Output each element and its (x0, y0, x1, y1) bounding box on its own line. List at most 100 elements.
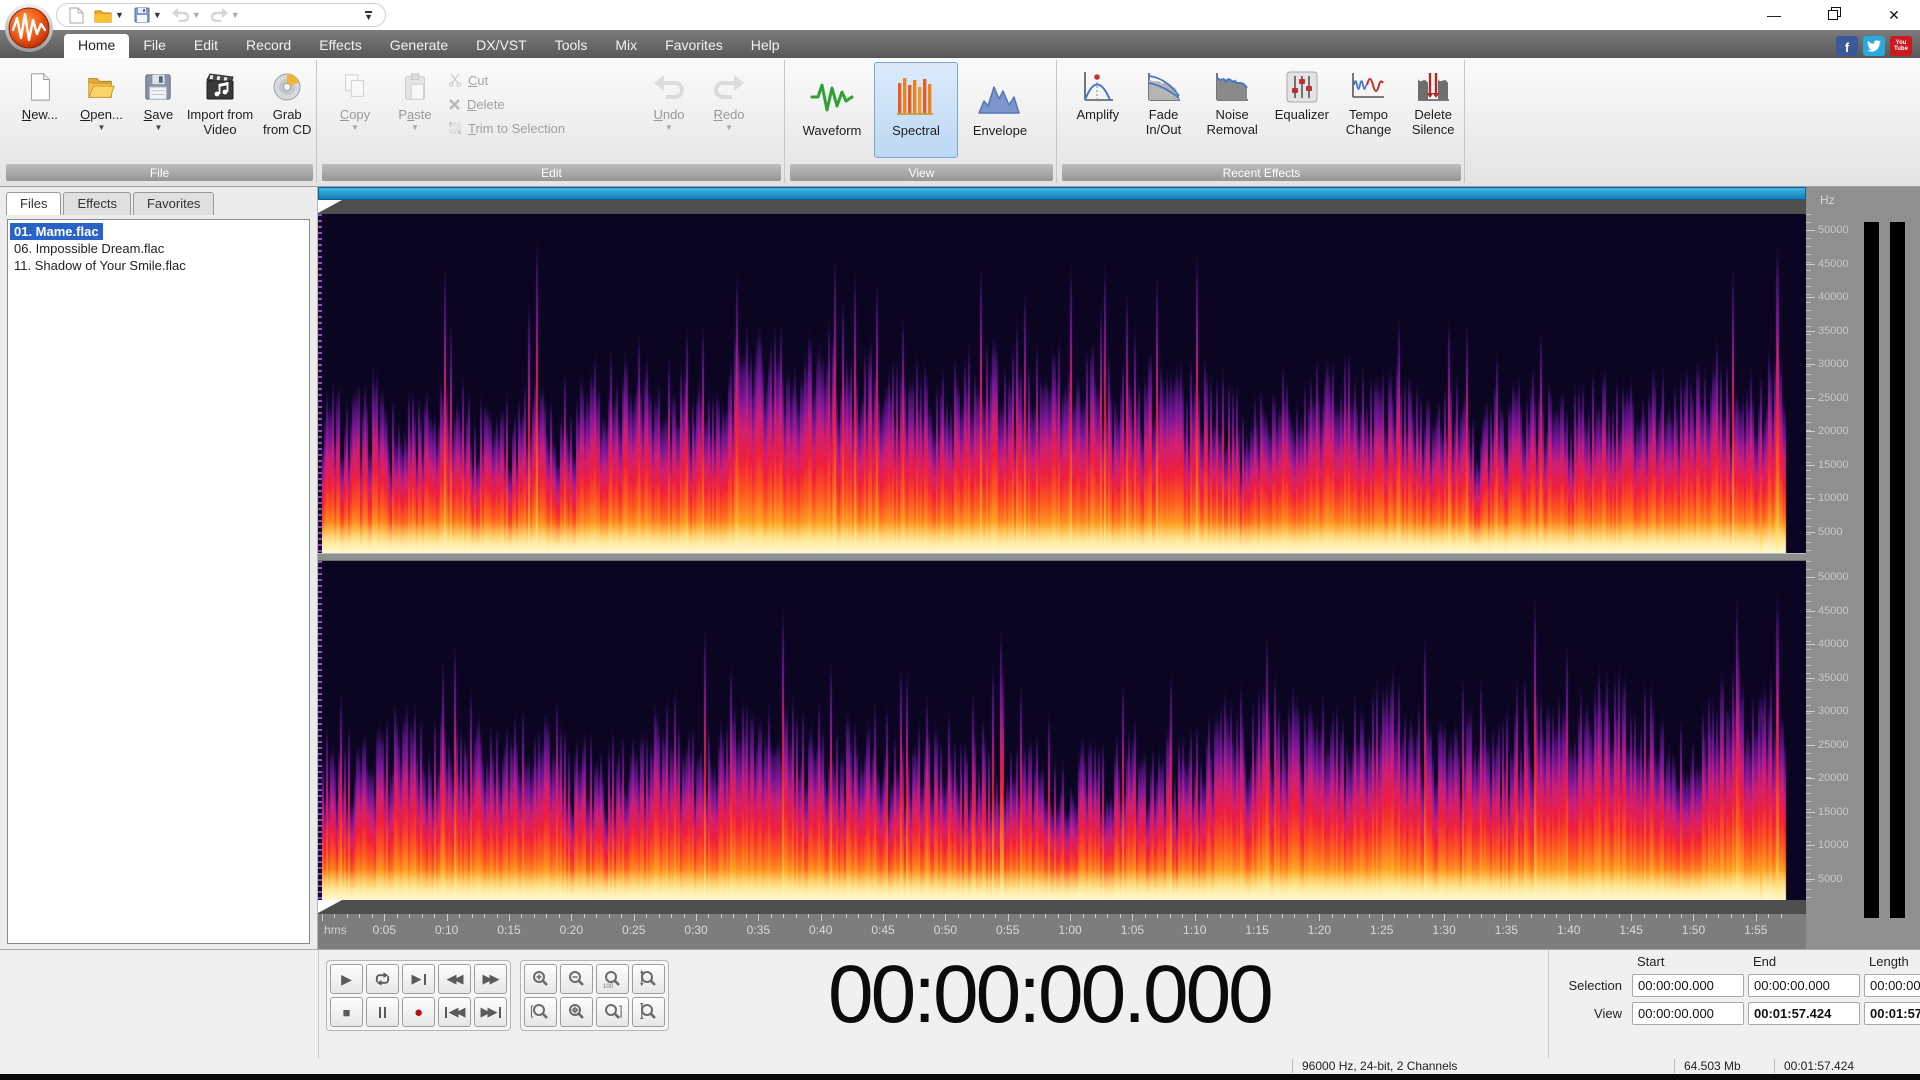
zoom-selection-left-button[interactable]: [ (524, 997, 557, 1027)
import-from-video-button[interactable]: Import from Video (186, 62, 255, 138)
minimize-button[interactable]: — (1766, 7, 1782, 23)
delete-silence-button[interactable]: Delete Silence (1402, 62, 1464, 138)
time-ruler[interactable]: hms 0:05 0:10 0:15 0:20 0:25 0:30 0:35 0:40 0:45… (318, 914, 1806, 949)
title-bar: ▼ ▼ ▼ ▼ ▼ — ✕ (0, 0, 1920, 30)
ruler-label: 1:00 (1058, 923, 1082, 937)
play-button[interactable]: ▶ (330, 964, 363, 994)
redo-button-ribbon[interactable]: Redo ▼ (702, 62, 756, 133)
maximize-button[interactable] (1826, 7, 1842, 23)
app-logo[interactable] (3, 2, 55, 54)
zoom-vertical-in-button[interactable] (632, 964, 665, 994)
ruler-tick (1631, 914, 1633, 921)
tab-effects[interactable]: Effects (305, 34, 376, 58)
redo-button[interactable]: ▼ (210, 8, 240, 22)
tab-help[interactable]: Help (737, 34, 794, 58)
spectral-view-button[interactable]: Spectral (874, 62, 958, 158)
undo-button[interactable]: ▼ (171, 8, 201, 22)
file-list[interactable]: 01. Mame.flac 06. Impossible Dream.flac 11… (7, 219, 310, 944)
copy-button[interactable]: Copy ▼ (328, 62, 382, 133)
sidebar-tab-files[interactable]: Files (6, 192, 62, 215)
twitter-icon[interactable] (1863, 36, 1885, 56)
save-button[interactable]: Save ▼ (135, 62, 181, 133)
delete-button[interactable]: Delete (448, 94, 636, 114)
record-button[interactable]: ● (402, 997, 435, 1027)
grab-from-cd-button[interactable]: Grab from CD (258, 62, 316, 138)
open-button[interactable]: Open... ▼ (72, 62, 131, 133)
fade-in-out-button[interactable]: Fade In/Out (1132, 62, 1196, 138)
ruler-tick (396, 914, 398, 918)
ruler-tick (1780, 914, 1782, 918)
open-button[interactable]: ▼ (94, 8, 124, 23)
file-list-item[interactable]: 01. Mame.flac (10, 223, 103, 240)
sidebar-tab-effects[interactable]: Effects (63, 192, 131, 215)
amplify-button[interactable]: Amplify (1066, 62, 1130, 123)
spectrogram-channel-2-wrap (318, 561, 1806, 900)
button-label: Cut (468, 72, 489, 88)
view-end-field[interactable]: 00:01:57.424 (1748, 1002, 1860, 1025)
equalizer-button[interactable]: Equalizer (1269, 62, 1335, 123)
zoom-vertical-out-button[interactable] (632, 997, 665, 1027)
undo-button-ribbon[interactable]: Undo ▼ (642, 62, 696, 133)
customize-toolbar-button[interactable]: ▼ (364, 10, 373, 21)
zoom-out-button[interactable] (560, 964, 593, 994)
rewind-button[interactable]: ◀◀ (438, 964, 471, 994)
selection-start-field[interactable]: 00:00:00.000 (1632, 974, 1744, 997)
tab-record[interactable]: Record (232, 34, 305, 58)
noise-removal-button[interactable]: Noise Removal (1197, 62, 1267, 138)
youtube-icon[interactable]: You Tube (1890, 36, 1912, 56)
ruler-tick (1269, 914, 1271, 918)
channel-divider[interactable] (318, 553, 1806, 561)
envelope-view-button[interactable]: Envelope (958, 62, 1042, 158)
spectrogram-channel-1[interactable] (322, 214, 1802, 553)
go-to-end-button[interactable]: ▶▶ (474, 997, 507, 1027)
tab-mix[interactable]: Mix (601, 34, 651, 58)
playback-cursor-marker[interactable] (318, 900, 342, 913)
selection-end-field[interactable]: 00:00:00.000 (1748, 974, 1860, 997)
spectrogram-channel-2[interactable] (322, 561, 1802, 900)
tab-home[interactable]: Home (64, 34, 130, 58)
tempo-change-button[interactable]: Tempo Change (1337, 62, 1401, 138)
selection-length-field[interactable]: 00:00:00.000 (1864, 974, 1920, 997)
stop-button[interactable]: ■ (330, 997, 363, 1027)
zoom-100-button[interactable]: 100 (596, 964, 629, 994)
paste-button[interactable]: Paste ▼ (388, 62, 442, 133)
fast-forward-button[interactable]: ▶▶ (474, 964, 507, 994)
frequency-tick (1806, 230, 1815, 231)
new-file-button[interactable] (69, 7, 84, 24)
tab-edit[interactable]: Edit (180, 34, 232, 58)
top-marker-strip[interactable] (318, 200, 1806, 214)
tab-file[interactable]: File (129, 34, 180, 58)
waveform-view-button[interactable]: Waveform (790, 62, 874, 158)
pause-button[interactable] (366, 997, 399, 1027)
file-list-item[interactable]: 06. Impossible Dream.flac (10, 240, 307, 257)
horizontal-scrollbar[interactable] (318, 187, 1806, 200)
sidebar-tab-favorites[interactable]: Favorites (132, 192, 215, 215)
save-button[interactable]: ▼ (134, 7, 162, 23)
new-button[interactable]: New... (12, 62, 68, 123)
ribbon-group-edit: Copy ▼ Paste ▼ Cut Delete Trim to Select… (320, 60, 785, 183)
zoom-in-button[interactable] (524, 964, 557, 994)
file-list-item[interactable]: 11. Shadow of Your Smile.flac (10, 257, 307, 274)
repeat-button[interactable] (366, 964, 399, 994)
bottom-panel: ▶ ▶ ◀◀ ▶▶ ■ ● ◀◀ ▶▶ 100[] 00:00:00.000 Start En… (0, 949, 1920, 1058)
tab-dx-vst[interactable]: DX/VST (462, 34, 541, 58)
zoom-selection-button[interactable] (560, 997, 593, 1027)
zoom-selection-right-button[interactable]: ] (596, 997, 629, 1027)
facebook-icon[interactable]: f (1836, 36, 1858, 56)
view-start-field[interactable]: 00:00:00.000 (1632, 1002, 1744, 1025)
view-length-field[interactable]: 00:01:57.424 (1864, 1002, 1920, 1025)
go-to-start-button[interactable]: ◀◀ (438, 997, 471, 1027)
bottom-marker-strip[interactable] (318, 900, 1806, 914)
close-button[interactable]: ✕ (1886, 7, 1902, 24)
copy-icon (337, 67, 373, 107)
playback-cursor-marker[interactable] (318, 200, 342, 213)
tab-favorites[interactable]: Favorites (651, 34, 737, 58)
tab-tools[interactable]: Tools (541, 34, 602, 58)
play-to-end-button[interactable]: ▶ (402, 964, 435, 994)
button-label: Undo (653, 107, 685, 122)
cut-button[interactable]: Cut (448, 70, 636, 90)
ruler-tick (409, 914, 411, 918)
trim-to-selection-button[interactable]: Trim to Selection (448, 118, 636, 138)
tab-generate[interactable]: Generate (376, 34, 462, 58)
ruler-tick (1082, 914, 1084, 918)
